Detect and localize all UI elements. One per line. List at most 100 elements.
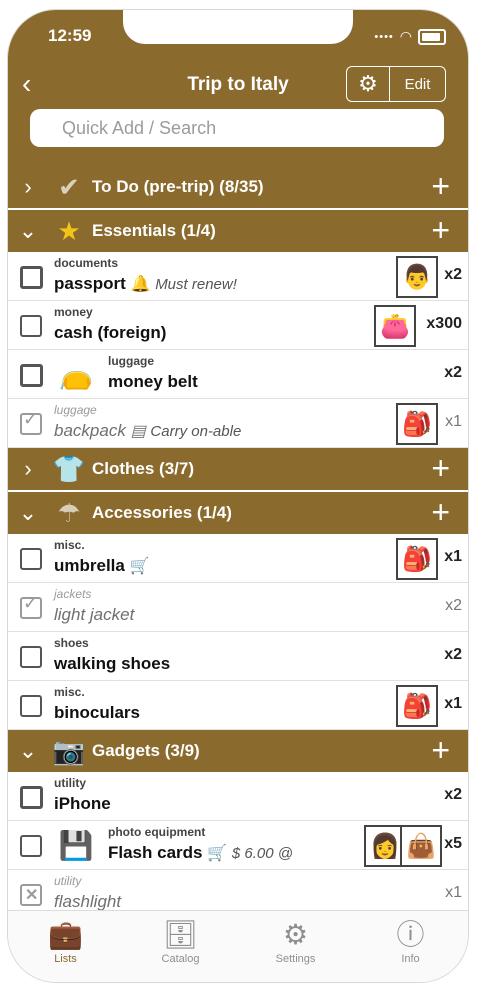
item-note: Must renew! bbox=[155, 276, 237, 293]
item-category: documents bbox=[54, 256, 119, 270]
list-item[interactable]: 👝 luggage money belt x2 bbox=[8, 350, 468, 399]
item-quantity: x300 bbox=[426, 315, 462, 332]
header-controls: ⚙ Edit bbox=[346, 66, 446, 102]
chevron-down-icon: ⌄ bbox=[18, 738, 38, 763]
item-name: backpack ▤ Carry on-able bbox=[54, 421, 241, 441]
section-accessories[interactable]: ⌄ ☂ Accessories (1/4) + bbox=[8, 492, 468, 534]
add-item-button[interactable]: + bbox=[431, 496, 450, 528]
item-checkbox[interactable]: ✕ bbox=[20, 884, 42, 906]
item-name: light jacket bbox=[54, 605, 135, 624]
item-checkbox[interactable] bbox=[20, 646, 42, 668]
add-item-button[interactable]: + bbox=[431, 214, 450, 246]
add-item-button[interactable]: + bbox=[431, 452, 450, 484]
gadgets-list: utility iPhone x2 💾 photo equipment Flas… bbox=[8, 772, 468, 919]
wallet-icon[interactable]: 👛 bbox=[374, 305, 416, 347]
list-item[interactable]: documents passport 🔔 Must renew! 👨 x2 bbox=[8, 252, 468, 301]
list-item[interactable]: 💾 photo equipment Flash cards 🛒 $ 6.00 @… bbox=[8, 821, 468, 870]
add-item-button[interactable]: + bbox=[431, 734, 450, 766]
tab-info[interactable]: ⓘ Info bbox=[353, 911, 468, 982]
item-category: luggage bbox=[54, 403, 97, 417]
section-clothes[interactable]: › 👕 Clothes (3/7) + bbox=[8, 448, 468, 490]
item-category: shoes bbox=[54, 636, 89, 650]
item-checkbox[interactable] bbox=[20, 364, 43, 387]
chevron-down-icon: ⌄ bbox=[18, 218, 38, 243]
add-item-button[interactable]: + bbox=[431, 170, 450, 202]
backpack-icon[interactable]: 🎒 bbox=[396, 538, 438, 580]
list-item[interactable]: shoes walking shoes x2 bbox=[8, 632, 468, 681]
item-category: utility bbox=[54, 874, 82, 888]
suitcase-icon: 💼 bbox=[48, 919, 83, 950]
item-name: money belt bbox=[108, 372, 198, 391]
list-item[interactable]: money cash (foreign) 👛 x300 bbox=[8, 301, 468, 350]
list-item[interactable]: ✓ luggage backpack ▤ Carry on-able 🎒 x1 bbox=[8, 399, 468, 448]
wifi-icon: ◠ bbox=[399, 28, 412, 44]
checkmark-icon: ✓ bbox=[23, 593, 39, 613]
cart-icon: 🛒 bbox=[129, 558, 150, 575]
tab-catalog[interactable]: 🗄 Catalog bbox=[123, 911, 238, 982]
search-input[interactable]: Quick Add / Search bbox=[30, 109, 444, 147]
item-name: umbrella 🛒 bbox=[54, 556, 150, 576]
item-quantity: x1 bbox=[445, 413, 462, 430]
chevron-down-icon: ⌄ bbox=[18, 500, 38, 525]
phone-screen: 12:59 •••• ◠ ‹ Trip to Italy ⚙ Edit Quic… bbox=[8, 10, 468, 982]
item-checkbox[interactable]: ✓ bbox=[20, 409, 42, 435]
tab-label: Catalog bbox=[161, 953, 200, 965]
item-checkbox[interactable] bbox=[20, 835, 42, 857]
catalog-icon: 🗄 bbox=[162, 919, 199, 950]
item-name-text: passport bbox=[54, 274, 126, 293]
chevron-right-icon: › bbox=[24, 174, 32, 199]
backpack-icon[interactable]: 🎒 bbox=[396, 403, 438, 445]
item-name-text: umbrella bbox=[54, 556, 125, 575]
man-icon[interactable]: 👨 bbox=[396, 256, 438, 298]
item-quantity: x5 bbox=[444, 835, 462, 852]
section-todo[interactable]: › ✔ To Do (pre-trip) (8/35) + bbox=[8, 166, 468, 208]
signal-icon: •••• bbox=[374, 30, 394, 43]
list-item[interactable]: misc. binoculars 🎒 x1 bbox=[8, 681, 468, 730]
backpack-icon[interactable]: 🎒 bbox=[396, 685, 438, 727]
section-gadgets[interactable]: ⌄ 📷 Gadgets (3/9) + bbox=[8, 730, 468, 772]
item-name: flashlight bbox=[54, 892, 122, 911]
accessories-list: misc. umbrella 🛒 🎒 x1 ✓ jackets light ja… bbox=[8, 534, 468, 730]
status-icons: •••• ◠ bbox=[374, 28, 446, 45]
tab-lists[interactable]: 💼 Lists bbox=[8, 911, 123, 982]
tab-settings[interactable]: ⚙ Settings bbox=[238, 911, 353, 982]
item-quantity: x2 bbox=[444, 786, 462, 803]
item-checkbox[interactable] bbox=[20, 786, 43, 809]
tab-label: Lists bbox=[54, 953, 77, 965]
item-checkbox[interactable] bbox=[20, 266, 43, 289]
section-label: Accessories (1/4) bbox=[92, 503, 232, 522]
list-settings-button[interactable]: ⚙ bbox=[347, 67, 390, 101]
list-item[interactable]: ✓ jackets light jacket x2 bbox=[8, 583, 468, 632]
item-name: binoculars bbox=[54, 703, 140, 722]
gear-icon: ⚙ bbox=[282, 919, 309, 950]
edit-button[interactable]: Edit bbox=[390, 67, 445, 101]
search-placeholder: Quick Add / Search bbox=[62, 117, 217, 138]
item-note: Carry on-able bbox=[150, 423, 242, 440]
checkmark-icon: ✔ bbox=[58, 171, 80, 202]
item-quantity: x2 bbox=[444, 364, 462, 381]
item-name: cash (foreign) bbox=[54, 323, 167, 342]
item-checkbox[interactable] bbox=[20, 315, 42, 337]
item-quantity: x1 bbox=[444, 695, 462, 712]
section-label: To Do (pre-trip) (8/35) bbox=[92, 177, 264, 196]
document-icon: ▤ bbox=[130, 423, 146, 440]
camera-icon: 📷 bbox=[52, 735, 86, 766]
umbrella-icon: ☂ bbox=[57, 497, 81, 528]
bell-icon: 🔔 bbox=[130, 276, 151, 293]
item-quantity: x2 bbox=[444, 646, 462, 663]
item-quantity: x1 bbox=[444, 548, 462, 565]
item-checkbox[interactable] bbox=[20, 548, 42, 570]
handbag-icon[interactable]: 👜 bbox=[400, 825, 442, 867]
item-checkbox[interactable]: ✓ bbox=[20, 593, 42, 619]
sd-card-icon: 💾 bbox=[58, 829, 94, 861]
section-essentials[interactable]: ⌄ ★ Essentials (1/4) + bbox=[8, 210, 468, 252]
battery-icon bbox=[418, 28, 446, 45]
item-checkbox[interactable] bbox=[20, 695, 42, 717]
item-quantity: x2 bbox=[444, 266, 462, 283]
list-item[interactable]: utility iPhone x2 bbox=[8, 772, 468, 821]
belt-icon: 👝 bbox=[58, 358, 94, 390]
tab-label: Settings bbox=[275, 953, 316, 965]
section-label: Clothes (3/7) bbox=[92, 459, 195, 478]
list-item[interactable]: misc. umbrella 🛒 🎒 x1 bbox=[8, 534, 468, 583]
gears-icon: ⚙ bbox=[358, 71, 378, 96]
